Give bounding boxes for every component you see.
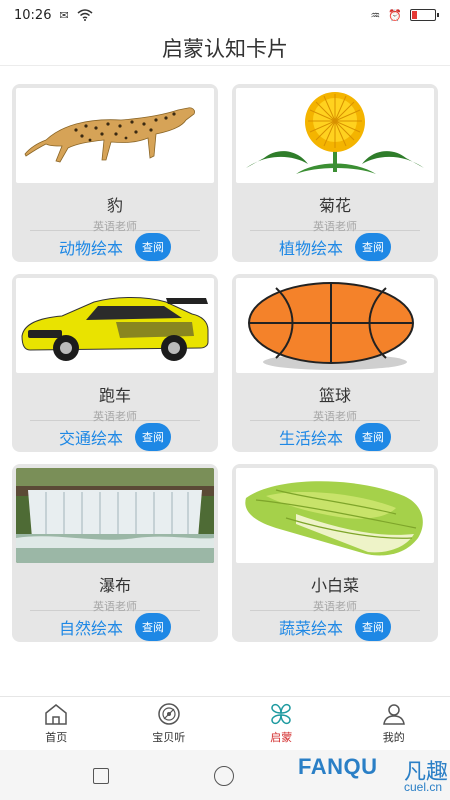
- view-button[interactable]: 查阅: [355, 233, 391, 261]
- card-sports-car[interactable]: 跑车 英语老师 交通绘本 查阅: [12, 274, 218, 452]
- clover-icon: [271, 703, 292, 725]
- card-title: 菊花: [318, 196, 351, 215]
- card-bok-choy[interactable]: 小白菜 英语老师 蔬菜绘本 查阅: [232, 464, 438, 642]
- sports-car-image: [16, 278, 214, 373]
- card-category[interactable]: 蔬菜绘本: [279, 615, 343, 639]
- card-title: 小白菜: [310, 576, 359, 595]
- tab-label: 首页: [45, 731, 68, 744]
- card-title: 瀑布: [98, 576, 131, 595]
- card-category[interactable]: 植物绘本: [279, 235, 343, 259]
- watermark-brand: FANQU: [298, 754, 378, 779]
- card-grid: 豹 英语老师 动物绘本 查阅 菊花 英语老师 植物绘本 查阅 跑车 英语老师 交…: [12, 84, 438, 642]
- card-author: 英语老师: [93, 220, 137, 233]
- cheetah-image: [16, 88, 214, 183]
- bok-choy-image: [236, 468, 434, 563]
- battery-icon: [410, 9, 439, 21]
- page-title: 启蒙认知卡片: [162, 36, 288, 61]
- card-category[interactable]: 交通绘本: [59, 425, 123, 449]
- card-author: 英语老师: [313, 220, 357, 233]
- tab-home[interactable]: 首页: [0, 697, 113, 750]
- card-cheetah[interactable]: 豹 英语老师 动物绘本 查阅: [12, 84, 218, 262]
- card-author: 英语老师: [93, 410, 137, 423]
- home-icon: [45, 704, 67, 725]
- card-title: 跑车: [98, 386, 131, 405]
- card-title: 豹: [106, 196, 123, 215]
- card-title: 篮球: [318, 386, 351, 405]
- view-button[interactable]: 查阅: [355, 613, 391, 641]
- tab-label: 我的: [382, 731, 405, 744]
- card-category[interactable]: 自然绘本: [59, 615, 123, 639]
- card-category[interactable]: 生活绘本: [279, 425, 343, 449]
- view-button[interactable]: 查阅: [135, 423, 171, 451]
- user-icon: [382, 704, 405, 725]
- page-title-bar: 启蒙认知卡片: [0, 30, 450, 66]
- tab-mine[interactable]: 我的: [338, 697, 450, 750]
- bottom-tab-bar: 首页 宝贝听 启蒙 我的: [0, 696, 450, 750]
- waterfall-image: [16, 468, 214, 563]
- wifi-icon: [77, 9, 93, 21]
- card-category[interactable]: 动物绘本: [59, 235, 123, 259]
- card-author: 英语老师: [313, 410, 357, 423]
- watermark: FANQU 凡趣 cuel.cn: [290, 754, 450, 800]
- watermark-url: cuel.cn: [403, 780, 442, 794]
- card-basketball[interactable]: 篮球 英语老师 生活绘本 查阅: [232, 274, 438, 452]
- tab-label: 宝贝听: [152, 731, 186, 744]
- card-author: 英语老师: [93, 600, 137, 613]
- card-footer: 动物绘本 查阅: [16, 233, 214, 261]
- notification-icon: ✉: [59, 8, 69, 22]
- card-waterfall[interactable]: 瀑布 英语老师 自然绘本 查阅: [12, 464, 218, 642]
- status-bar: 10:26 ✉ ♒ ⏰: [0, 0, 450, 30]
- view-button[interactable]: 查阅: [135, 233, 171, 261]
- status-time: 10:26: [14, 7, 52, 23]
- vibrate-icon: ♒: [370, 8, 381, 22]
- view-button[interactable]: 查阅: [135, 613, 171, 641]
- card-footer: 蔬菜绘本 查阅: [236, 613, 434, 641]
- card-footer: 交通绘本 查阅: [16, 423, 214, 451]
- disc-icon: [158, 703, 180, 725]
- tab-enlighten[interactable]: 启蒙: [225, 697, 338, 750]
- basketball-image: [236, 278, 434, 373]
- card-footer: 生活绘本 查阅: [236, 423, 434, 451]
- card-author: 英语老师: [313, 600, 357, 613]
- tab-listen[interactable]: 宝贝听: [113, 697, 226, 750]
- recent-apps-button[interactable]: [93, 768, 109, 784]
- view-button[interactable]: 查阅: [355, 423, 391, 451]
- tab-label: 启蒙: [270, 731, 293, 744]
- card-chrysanthemum[interactable]: 菊花 英语老师 植物绘本 查阅: [232, 84, 438, 262]
- alarm-icon: ⏰: [388, 8, 402, 22]
- home-button[interactable]: [214, 766, 234, 786]
- card-footer: 自然绘本 查阅: [16, 613, 214, 641]
- chrysanthemum-image: [236, 88, 434, 183]
- card-footer: 植物绘本 查阅: [236, 233, 434, 261]
